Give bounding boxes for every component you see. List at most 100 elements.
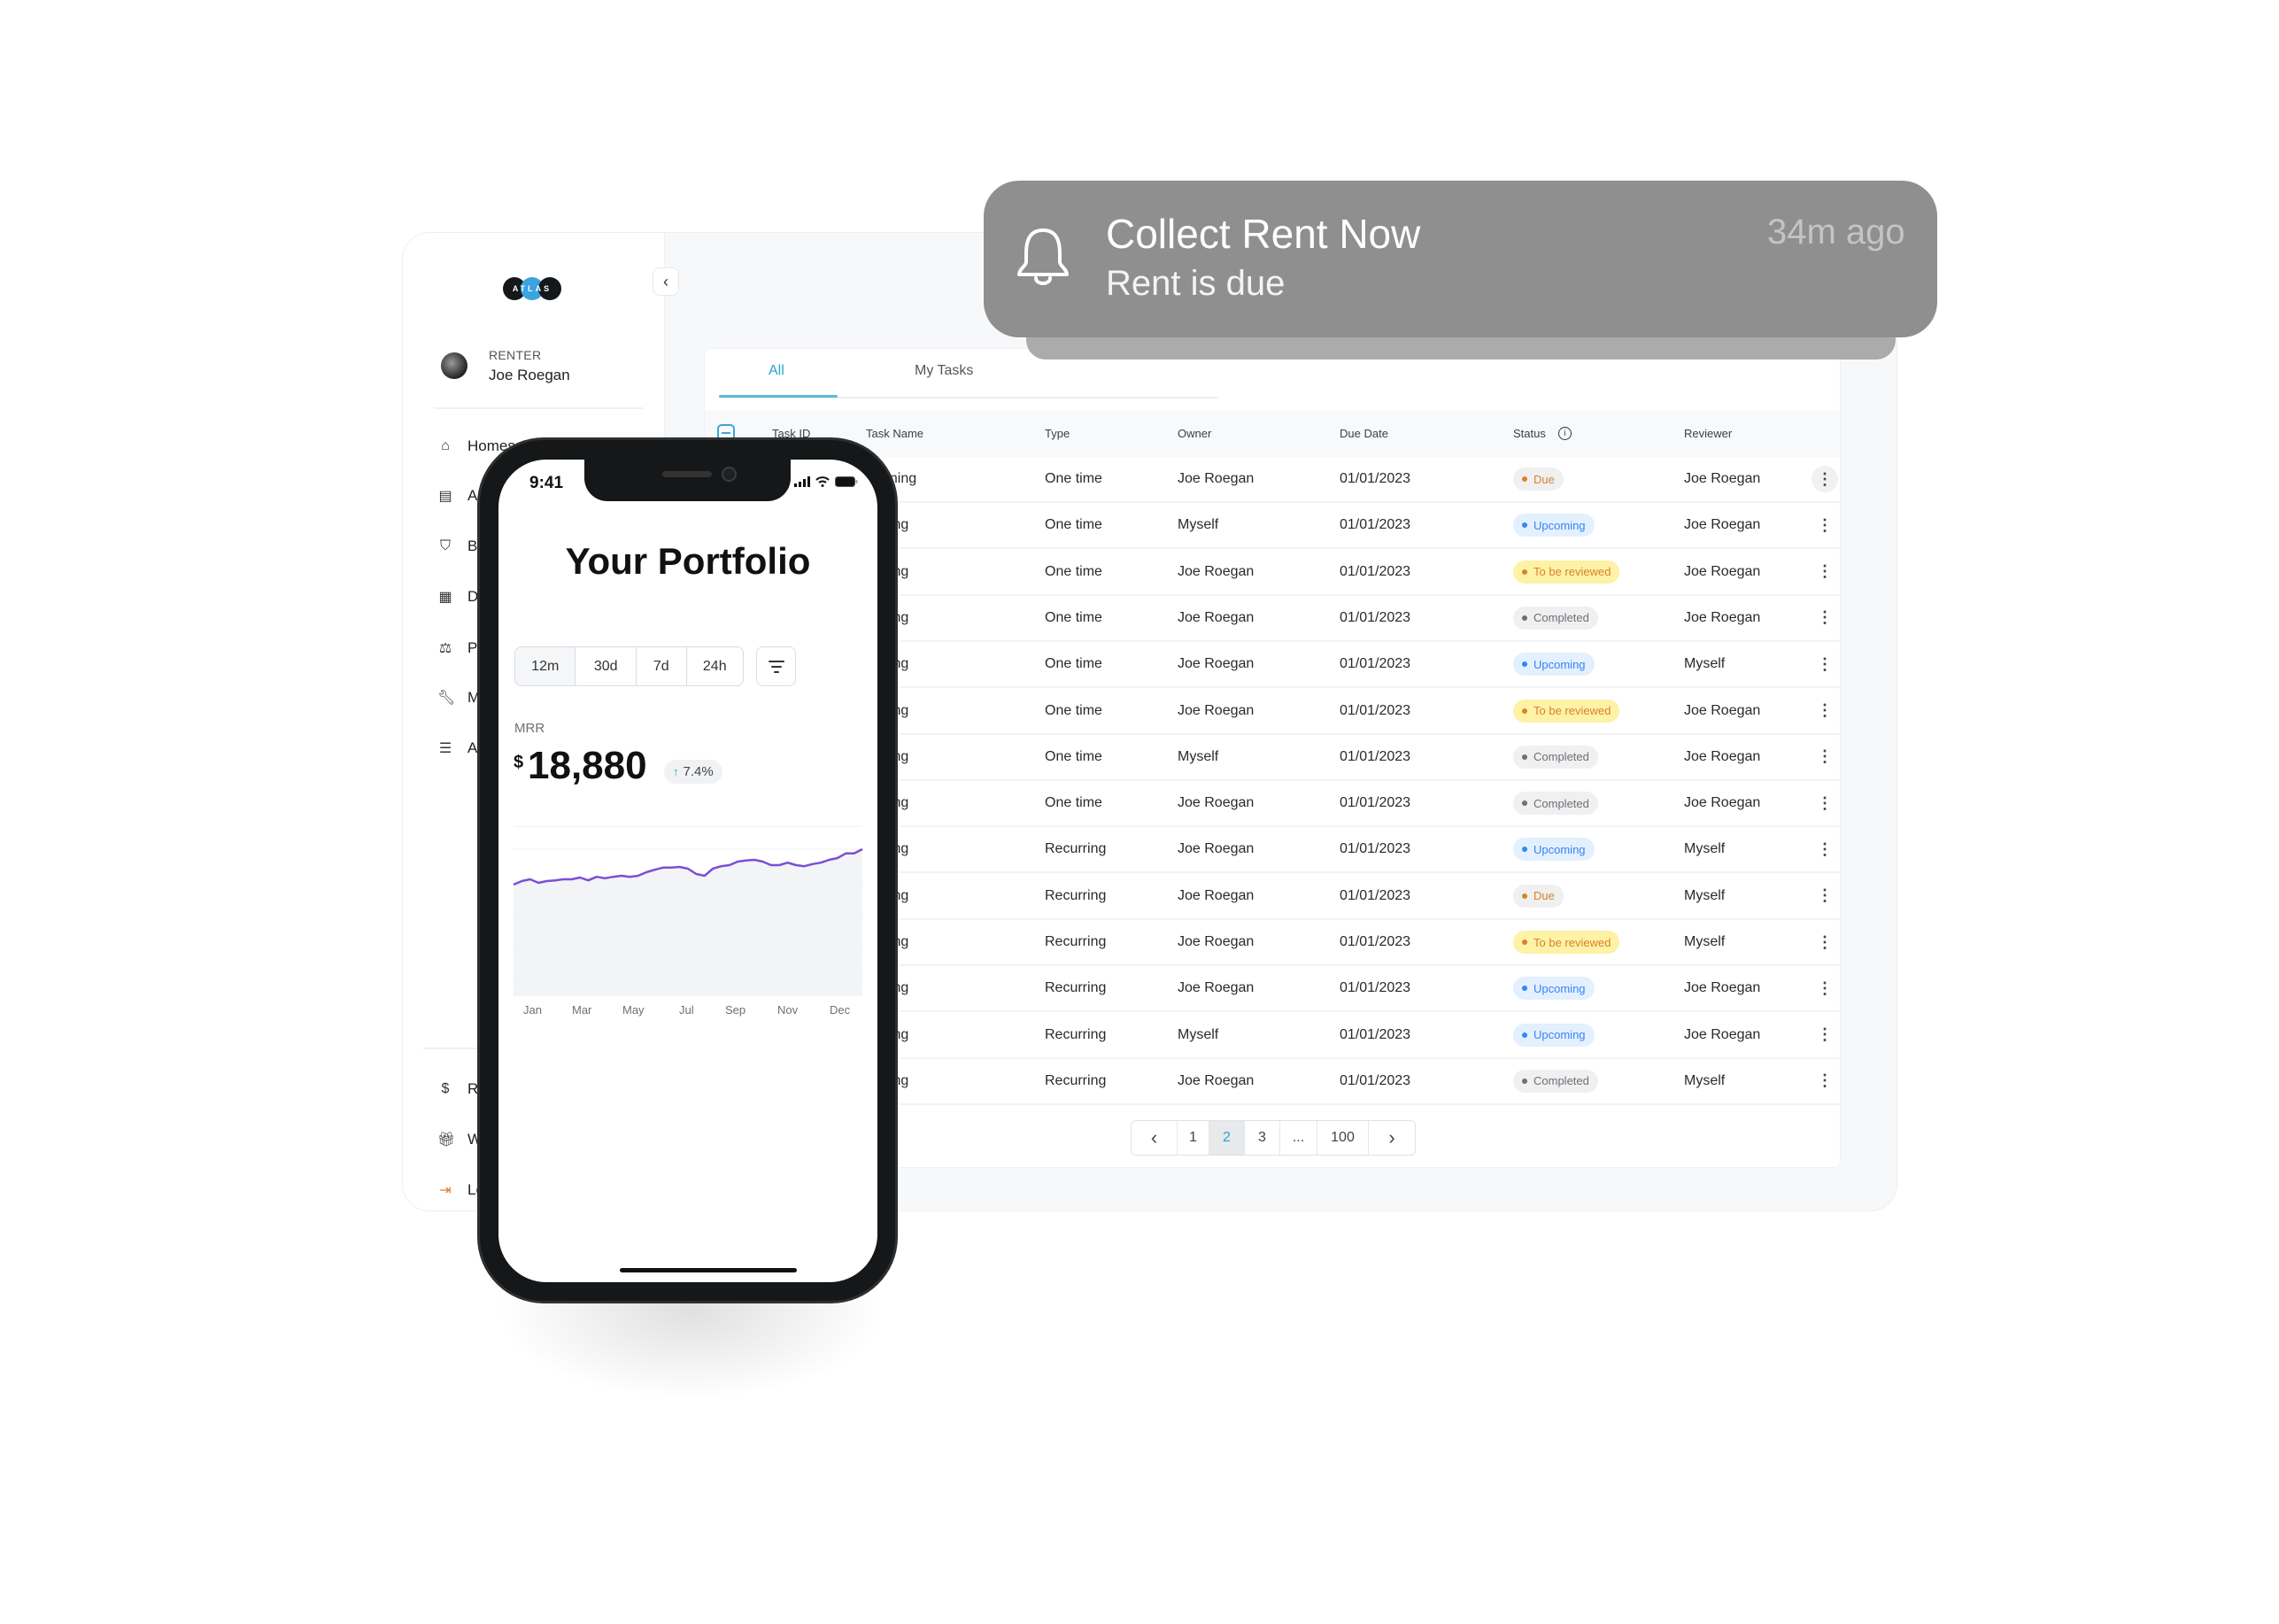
more-actions-icon[interactable]: ⋮ <box>1812 698 1838 724</box>
info-icon[interactable]: i <box>1557 427 1572 440</box>
cell-due-date: 01/01/2023 <box>1340 517 1411 533</box>
more-actions-icon[interactable]: ⋮ <box>1812 512 1838 538</box>
more-actions-icon[interactable]: ⋮ <box>1812 559 1838 585</box>
cell-reviewer: Joe Roegan <box>1684 517 1761 533</box>
more-actions-icon[interactable]: ⋮ <box>1812 790 1838 816</box>
sidebar-item-rewards[interactable]: 🎁︎ W <box>437 1131 482 1148</box>
more-actions-icon[interactable]: ⋮ <box>1812 883 1838 909</box>
cell-reviewer: Myself <box>1684 841 1726 857</box>
range-selector: 12m 30d 7d 24h <box>514 646 744 686</box>
cell-reviewer: Joe Roegan <box>1684 748 1761 764</box>
cell-owner: Joe Roegan <box>1178 795 1255 811</box>
page-ellipsis[interactable]: ... <box>1280 1121 1317 1155</box>
more-actions-icon[interactable]: ⋮ <box>1812 836 1838 862</box>
bookmark-icon: ⛉ <box>439 538 451 553</box>
status-bar-time: 9:41 <box>529 474 564 492</box>
status-badge: Completed <box>1513 1069 1598 1093</box>
cell-due-date: 01/01/2023 <box>1340 656 1411 672</box>
more-actions-icon[interactable]: ⋮ <box>1812 605 1838 631</box>
cell-due-date: 01/01/2023 <box>1340 748 1411 764</box>
signal-icon <box>794 476 810 487</box>
range-24h[interactable]: 24h <box>687 647 744 685</box>
user-avatar[interactable] <box>441 352 467 379</box>
cell-due-date: 01/01/2023 <box>1340 841 1411 857</box>
column-header-status[interactable]: Status i <box>1513 427 1572 440</box>
status-badge: Upcoming <box>1513 1023 1595 1047</box>
more-actions-icon[interactable]: ⋮ <box>1812 929 1838 955</box>
sidebar-item-homes[interactable]: ⌂ Homes <box>437 437 515 455</box>
user-role: RENTER <box>489 348 542 362</box>
logout-icon: ⇥ <box>439 1183 452 1198</box>
sidebar-item-4[interactable]: ▦ D <box>437 588 478 606</box>
column-header-reviewer[interactable]: Reviewer <box>1684 427 1732 440</box>
more-actions-icon[interactable]: ⋮ <box>1812 744 1838 770</box>
range-30d[interactable]: 30d <box>576 647 637 685</box>
page-1[interactable]: 1 <box>1178 1121 1209 1155</box>
status-label: To be reviewed <box>1533 565 1611 579</box>
filter-icon-line <box>773 670 779 673</box>
range-7d[interactable]: 7d <box>637 647 687 685</box>
notification-title: Collect Rent Now <box>1106 211 1421 257</box>
more-actions-icon[interactable]: ⋮ <box>1812 1068 1838 1094</box>
metric-label: MRR <box>514 721 545 736</box>
sidebar-collapse-button[interactable]: ‹ <box>653 267 679 296</box>
cell-type: One time <box>1045 748 1102 764</box>
sidebar-item-3[interactable]: ⛉ B <box>437 537 477 555</box>
notification-body: Rent is due <box>1106 264 1286 303</box>
cell-type: Recurring <box>1045 934 1107 949</box>
page-3[interactable]: 3 <box>1245 1121 1280 1155</box>
status-label: Due <box>1533 472 1555 486</box>
column-header-owner[interactable]: Owner <box>1178 427 1211 440</box>
select-all-checkbox[interactable] <box>717 424 735 442</box>
status-dot <box>1522 708 1527 714</box>
status-label: To be reviewed <box>1533 935 1611 949</box>
chart-area <box>514 849 862 996</box>
cell-due-date: 01/01/2023 <box>1340 563 1411 579</box>
status-badge: Upcoming <box>1513 514 1595 537</box>
sidebar-item-logout[interactable]: ⇥ Lo <box>437 1181 484 1199</box>
x-tick-label: Nov <box>777 1003 799 1017</box>
cell-type: Recurring <box>1045 887 1107 903</box>
sidebar-item-6[interactable]: 🔧︎ M <box>437 689 480 707</box>
cell-reviewer: Joe Roegan <box>1684 980 1761 996</box>
column-header-task-id[interactable]: Task ID <box>772 427 810 440</box>
phone-camera <box>722 467 737 482</box>
next-page-button[interactable]: › <box>1369 1121 1415 1155</box>
page-100[interactable]: 100 <box>1317 1121 1369 1155</box>
column-header-due-date[interactable]: Due Date <box>1340 427 1388 440</box>
column-header-task-name[interactable]: Task Name <box>866 427 923 440</box>
home-indicator[interactable] <box>620 1268 797 1272</box>
more-actions-icon[interactable]: ⋮ <box>1812 651 1838 677</box>
status-badge: Upcoming <box>1513 653 1595 677</box>
cell-owner: Joe Roegan <box>1178 887 1255 903</box>
mrr-chart <box>512 847 864 996</box>
status-badge: To be reviewed <box>1513 560 1620 584</box>
logo-text: ATLAS <box>512 284 552 293</box>
status-header-label: Status <box>1513 427 1546 440</box>
tab-my-tasks[interactable]: My Tasks <box>915 363 973 379</box>
more-actions-icon[interactable]: ⋮ <box>1812 466 1838 492</box>
cell-owner: Myself <box>1178 748 1219 764</box>
filter-button[interactable] <box>756 646 796 686</box>
sidebar-item-2[interactable]: ▤ A <box>437 487 477 505</box>
status-badge: To be reviewed <box>1513 931 1620 954</box>
chevron-left-icon: ‹ <box>1150 1126 1158 1148</box>
status-label: Completed <box>1533 796 1589 810</box>
more-actions-icon[interactable]: ⋮ <box>1812 1022 1838 1048</box>
prev-page-button[interactable]: ‹ <box>1132 1121 1178 1155</box>
filter-icon-line <box>770 665 782 668</box>
sidebar-item-5[interactable]: ⚖ P <box>437 639 478 657</box>
cell-reviewer: Myself <box>1684 934 1726 949</box>
notification-banner[interactable] <box>984 181 1937 337</box>
cell-reviewer: Joe Roegan <box>1684 702 1761 718</box>
bell-icon <box>1017 228 1069 285</box>
more-actions-icon[interactable]: ⋮ <box>1812 975 1838 1001</box>
column-header-type[interactable]: Type <box>1045 427 1070 440</box>
range-12m[interactable]: 12m <box>515 647 576 685</box>
sidebar-item-7[interactable]: ☰ A <box>437 739 478 757</box>
cell-reviewer: Joe Roegan <box>1684 471 1761 486</box>
page-2[interactable]: 2 <box>1209 1121 1245 1155</box>
cell-reviewer: Myself <box>1684 656 1726 672</box>
metric-change-badge: ↑ 7.4% <box>664 760 722 784</box>
tab-all[interactable]: All <box>769 363 784 379</box>
